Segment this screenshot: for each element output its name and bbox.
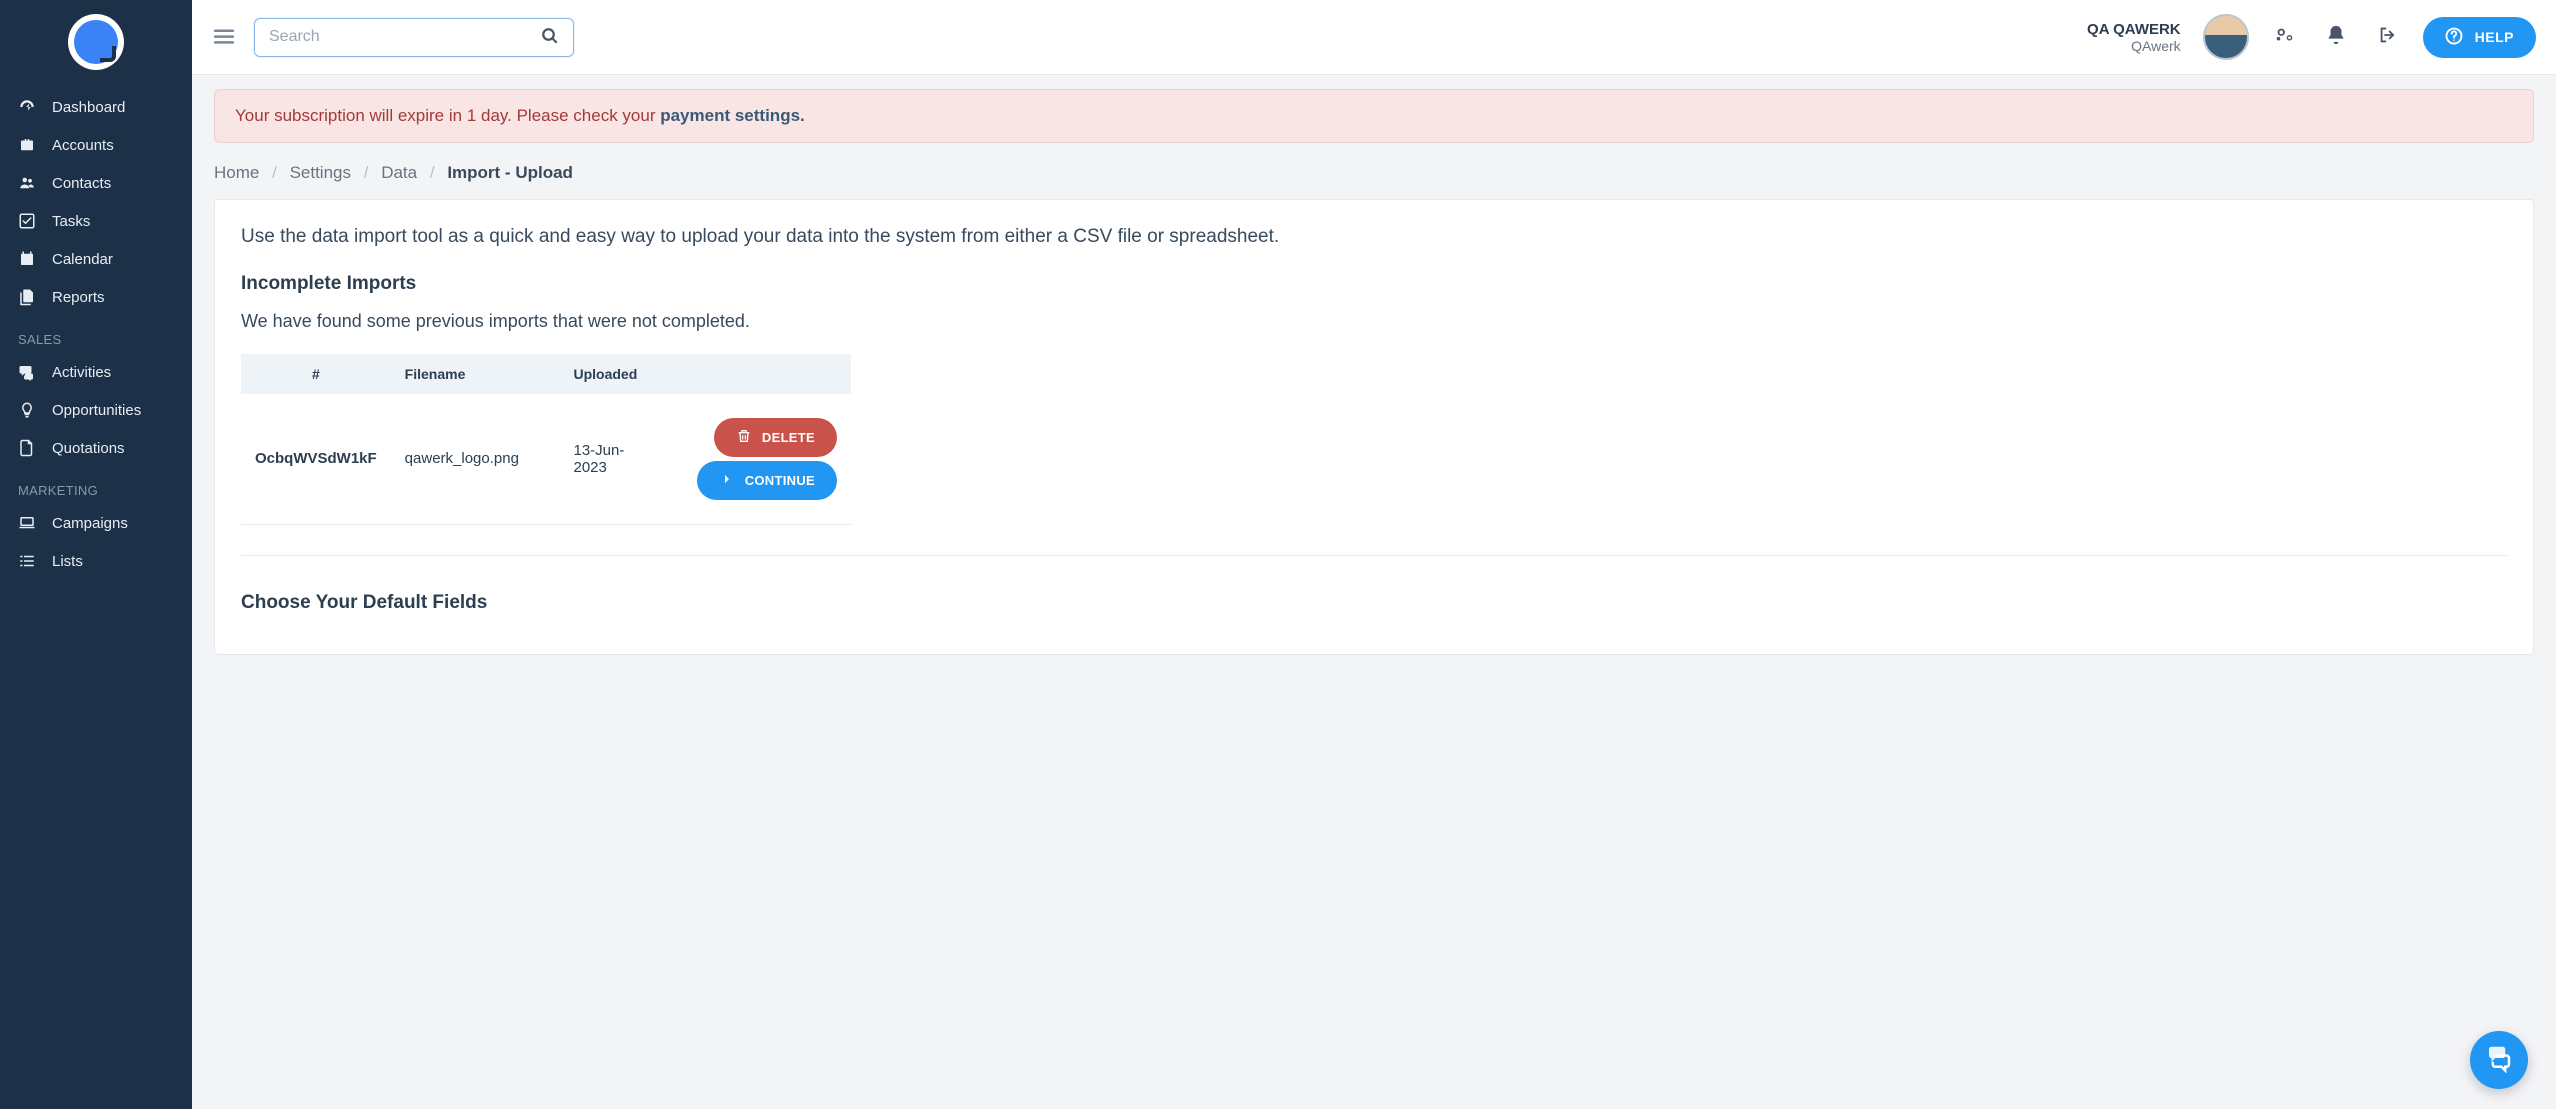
sidebar-item-accounts[interactable]: Accounts bbox=[0, 126, 192, 164]
logout-icon bbox=[2377, 33, 2399, 50]
sidebar-item-quotations[interactable]: Quotations bbox=[0, 429, 192, 467]
breadcrumb-data[interactable]: Data bbox=[381, 163, 417, 182]
continue-label: CONTINUE bbox=[745, 473, 815, 488]
calendar-icon bbox=[18, 250, 36, 268]
sidebar-item-label: Calendar bbox=[52, 251, 113, 268]
delete-button[interactable]: DELETE bbox=[714, 418, 837, 457]
list-icon bbox=[18, 552, 36, 570]
hamburger-icon[interactable] bbox=[212, 27, 236, 47]
chat-fab[interactable] bbox=[2470, 1031, 2528, 1089]
content-area: Your subscription will expire in 1 day. … bbox=[192, 75, 2556, 1109]
sidebar-item-label: Lists bbox=[52, 553, 83, 570]
settings-button[interactable] bbox=[2267, 18, 2301, 57]
breadcrumb-sep: / bbox=[430, 163, 435, 182]
sidebar-item-tasks[interactable]: Tasks bbox=[0, 202, 192, 240]
avatar[interactable] bbox=[2203, 14, 2249, 60]
topbar: QA QAWERK QAwerk HELP bbox=[192, 0, 2556, 75]
user-block[interactable]: QA QAWERK QAwerk bbox=[2087, 21, 2181, 54]
sidebar-item-calendar[interactable]: Calendar bbox=[0, 240, 192, 278]
sidebar-item-activities[interactable]: Activities bbox=[0, 353, 192, 391]
import-actions: DELETE CONTINUE bbox=[651, 394, 851, 525]
notifications-button[interactable] bbox=[2319, 18, 2353, 57]
incomplete-imports-body: We have found some previous imports that… bbox=[241, 311, 2507, 332]
help-button[interactable]: HELP bbox=[2423, 17, 2536, 58]
sidebar-item-contacts[interactable]: Contacts bbox=[0, 164, 192, 202]
help-label: HELP bbox=[2475, 29, 2514, 45]
col-header-id: # bbox=[241, 354, 391, 394]
import-filename: qawerk_logo.png bbox=[391, 394, 560, 525]
breadcrumb-home[interactable]: Home bbox=[214, 163, 259, 182]
sidebar-item-label: Activities bbox=[52, 364, 111, 381]
col-header-uploaded: Uploaded bbox=[559, 354, 651, 394]
main-column: QA QAWERK QAwerk HELP Yo bbox=[192, 0, 2556, 1109]
imports-table: # Filename Uploaded OcbqWVSdW1kFqawerk_l… bbox=[241, 354, 851, 525]
sidebar-item-label: Tasks bbox=[52, 213, 90, 230]
search-button[interactable] bbox=[541, 27, 559, 48]
import-panel: Use the data import tool as a quick and … bbox=[214, 199, 2534, 655]
nav-section-marketing: MARKETING bbox=[0, 467, 192, 504]
file-copy-icon bbox=[18, 288, 36, 306]
continue-button[interactable]: CONTINUE bbox=[697, 461, 837, 500]
panel-divider bbox=[241, 555, 2507, 556]
dashboard-icon bbox=[18, 98, 36, 116]
table-row: OcbqWVSdW1kFqawerk_logo.png13-Jun-2023DE… bbox=[241, 394, 851, 525]
lightbulb-icon bbox=[18, 401, 36, 419]
question-icon bbox=[2445, 27, 2463, 48]
sidebar-item-label: Opportunities bbox=[52, 402, 141, 419]
breadcrumb-settings[interactable]: Settings bbox=[290, 163, 351, 182]
import-id: OcbqWVSdW1kF bbox=[241, 394, 391, 525]
sidebar-item-label: Quotations bbox=[52, 440, 125, 457]
sidebar-item-label: Reports bbox=[52, 289, 105, 306]
logo-wrap bbox=[0, 0, 192, 88]
sidebar-item-label: Campaigns bbox=[52, 515, 128, 532]
laptop-icon bbox=[18, 514, 36, 532]
sidebar-item-opportunities[interactable]: Opportunities bbox=[0, 391, 192, 429]
breadcrumb-current: Import - Upload bbox=[447, 163, 573, 182]
search-icon bbox=[541, 33, 559, 48]
comments-icon bbox=[18, 363, 36, 381]
gears-icon bbox=[2273, 33, 2295, 50]
users-icon bbox=[18, 174, 36, 192]
app-logo[interactable] bbox=[68, 14, 124, 70]
sidebar: Dashboard Accounts Contacts Tasks Calendar Re… bbox=[0, 0, 192, 1109]
sidebar-item-lists[interactable]: Lists bbox=[0, 542, 192, 580]
subscription-alert: Your subscription will expire in 1 day. … bbox=[214, 89, 2534, 143]
breadcrumb-sep: / bbox=[364, 163, 369, 182]
import-intro: Use the data import tool as a quick and … bbox=[241, 224, 2507, 251]
sidebar-item-label: Contacts bbox=[52, 175, 111, 192]
search-wrap bbox=[254, 18, 574, 57]
sidebar-item-label: Dashboard bbox=[52, 99, 125, 116]
sidebar-item-dashboard[interactable]: Dashboard bbox=[0, 88, 192, 126]
bell-icon bbox=[2325, 33, 2347, 50]
file-icon bbox=[18, 439, 36, 457]
breadcrumb: Home / Settings / Data / Import - Upload bbox=[214, 163, 2534, 183]
import-uploaded: 13-Jun-2023 bbox=[559, 394, 651, 525]
user-name: QA QAWERK bbox=[2087, 21, 2181, 38]
check-square-icon bbox=[18, 212, 36, 230]
trash-icon bbox=[736, 428, 752, 447]
delete-label: DELETE bbox=[762, 430, 815, 445]
chat-icon bbox=[2484, 1043, 2514, 1078]
alert-text-before: Your subscription will expire in 1 day. … bbox=[235, 106, 660, 125]
col-header-filename: Filename bbox=[391, 354, 560, 394]
briefcase-icon bbox=[18, 136, 36, 154]
user-org: QAwerk bbox=[2087, 38, 2181, 54]
payment-settings-link[interactable]: payment settings. bbox=[660, 106, 805, 125]
sidebar-item-reports[interactable]: Reports bbox=[0, 278, 192, 316]
breadcrumb-sep: / bbox=[272, 163, 277, 182]
sidebar-item-label: Accounts bbox=[52, 137, 114, 154]
chevron-right-icon bbox=[719, 471, 735, 490]
col-header-actions bbox=[651, 354, 851, 394]
nav-section-sales: SALES bbox=[0, 316, 192, 353]
search-input[interactable] bbox=[269, 28, 541, 46]
sidebar-item-campaigns[interactable]: Campaigns bbox=[0, 504, 192, 542]
incomplete-imports-heading: Incomplete Imports bbox=[241, 273, 2507, 295]
logout-button[interactable] bbox=[2371, 18, 2405, 57]
choose-default-fields-heading: Choose Your Default Fields bbox=[241, 592, 2507, 614]
